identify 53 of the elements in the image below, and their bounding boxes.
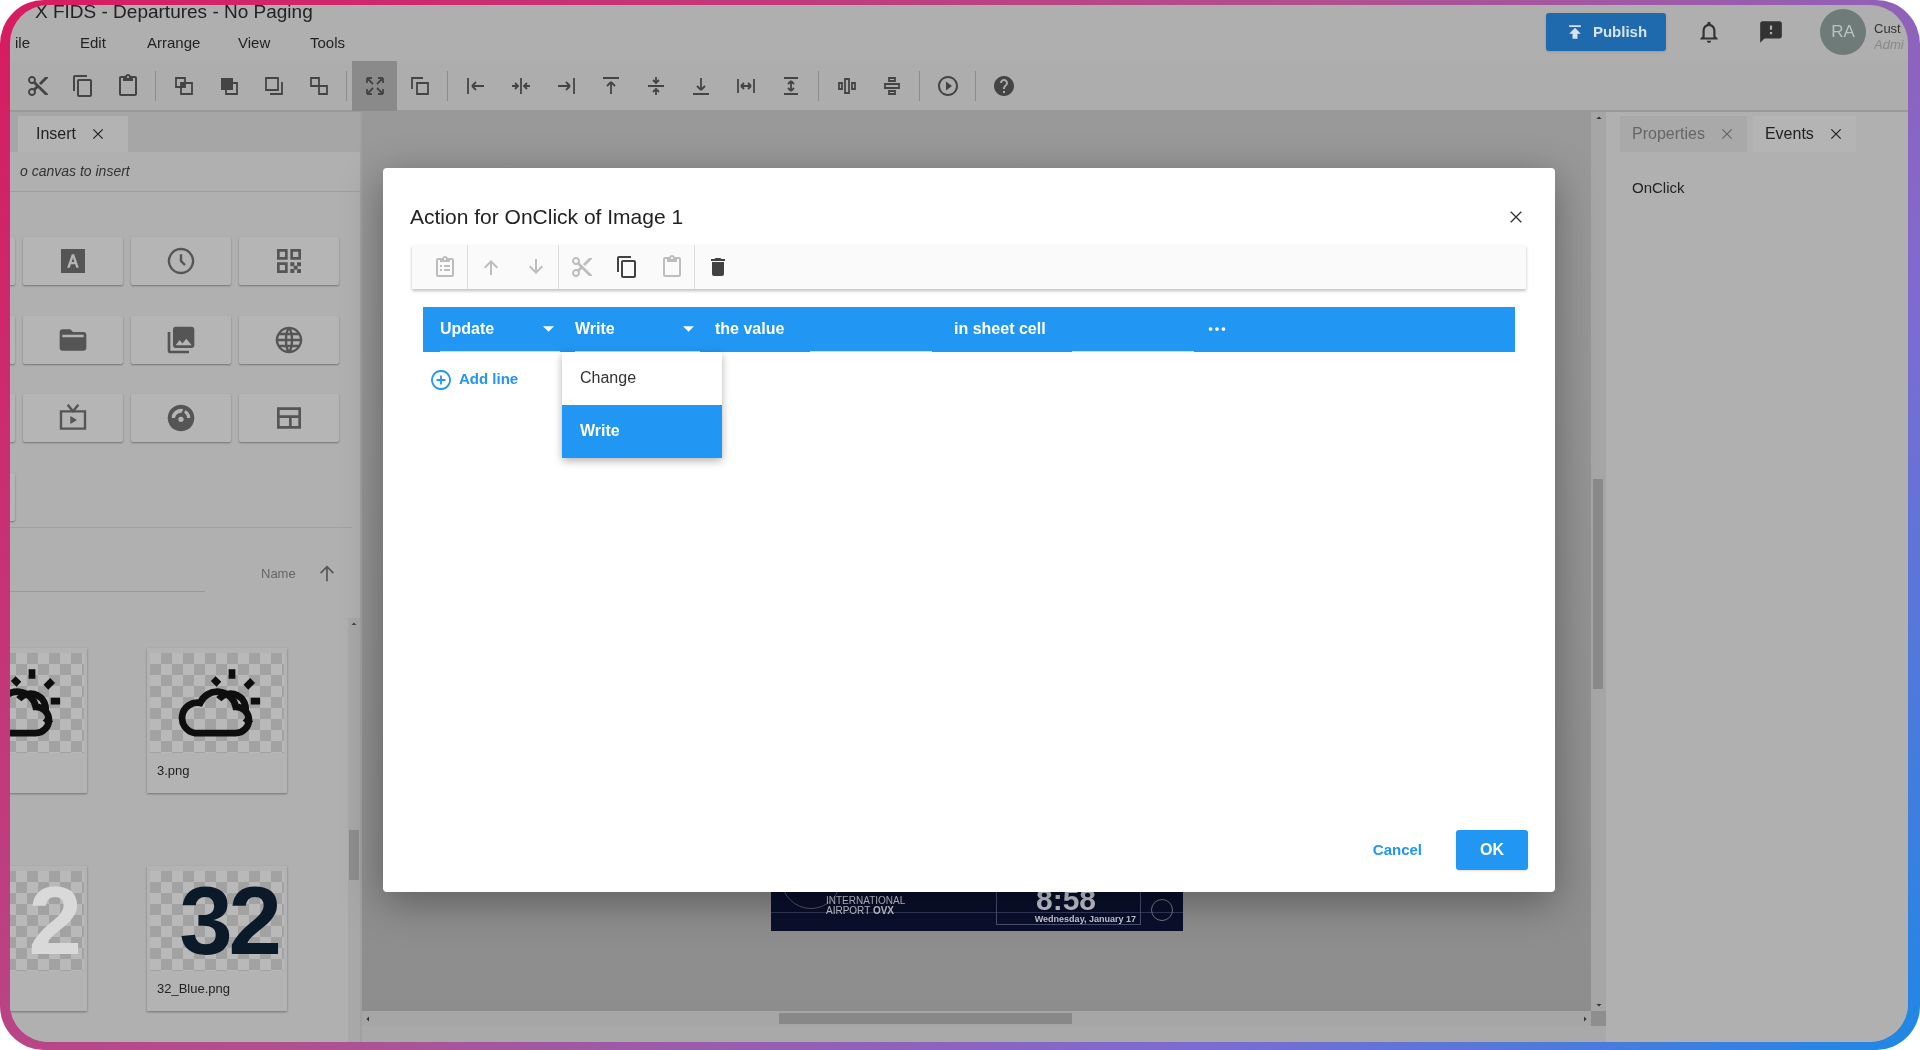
- scrollbar-thumb[interactable]: [779, 1013, 1072, 1024]
- menu-item[interactable]: Edit: [80, 32, 147, 55]
- help-icon: [991, 74, 1016, 98]
- scrollbar[interactable]: [348, 618, 360, 1042]
- row-label: in sheet cell: [954, 319, 1047, 339]
- panel-tab[interactable]: Events: [1752, 116, 1856, 152]
- widget-tile[interactable]: [23, 315, 123, 364]
- copy-icon: [70, 74, 95, 98]
- preview-date: Wednesday, January 17: [1034, 914, 1136, 925]
- preview-text: AIRPORT OVX: [826, 906, 895, 916]
- widget-tile[interactable]: [131, 237, 231, 285]
- widget-tile[interactable]: [239, 394, 339, 442]
- menu-item[interactable]: Tools: [310, 32, 370, 55]
- image-card[interactable]: 3.png: [147, 648, 287, 793]
- cut-icon: [569, 254, 594, 279]
- row-label: the value: [715, 319, 786, 339]
- caret-icon: [543, 325, 554, 332]
- scrollbar[interactable]: [1591, 112, 1606, 1011]
- panel-tab[interactable]: Insert: [18, 116, 128, 152]
- menu-item[interactable]: Arrange: [147, 32, 238, 55]
- feedback-icon[interactable]: [1758, 19, 1784, 45]
- preview-text: INTERNATIONAL: [826, 896, 906, 906]
- fit-screen-tool[interactable]: [352, 61, 397, 111]
- close-icon[interactable]: [90, 126, 106, 142]
- panel-hint: o canvas to insert: [19, 162, 130, 181]
- sort-label: Name: [261, 565, 296, 584]
- event-name[interactable]: OnClick: [1620, 177, 1908, 200]
- image-card[interactable]: 32 32_Blue.png: [147, 866, 287, 1011]
- scrollbar[interactable]: [362, 1011, 1591, 1026]
- caret-icon: [683, 325, 694, 332]
- gauge-icon: [165, 402, 197, 434]
- scrollbar-thumb[interactable]: [1593, 479, 1603, 689]
- scrollbar-thumb[interactable]: [349, 830, 359, 880]
- widget-tile[interactable]: [131, 315, 231, 364]
- widget-tile[interactable]: [131, 394, 231, 442]
- widget-tile[interactable]: [23, 237, 123, 285]
- widget-tile[interactable]: [239, 237, 339, 285]
- copy-icon: [614, 254, 639, 279]
- widget-tile[interactable]: [23, 394, 123, 442]
- preview-icon: [935, 74, 960, 98]
- publish-button[interactable]: Publish: [1546, 13, 1666, 51]
- cut-icon: [25, 74, 50, 98]
- dialog-title: Action for OnClick of Image 1: [410, 204, 684, 230]
- dropdown-option[interactable]: Change: [562, 351, 722, 405]
- app-title: X FIDS - Departures - No Paging: [34, 5, 314, 21]
- thumbnail-number: 32: [179, 873, 278, 969]
- clock-icon: [165, 245, 197, 277]
- file-name: 32_Blue.png: [156, 980, 231, 998]
- file-name: 3.png: [156, 762, 191, 780]
- menu-item[interactable]: ile: [15, 32, 80, 55]
- user-name: Cust: [1874, 21, 1902, 37]
- widget-tile[interactable]: [239, 315, 339, 364]
- menu-item[interactable]: View: [238, 32, 310, 55]
